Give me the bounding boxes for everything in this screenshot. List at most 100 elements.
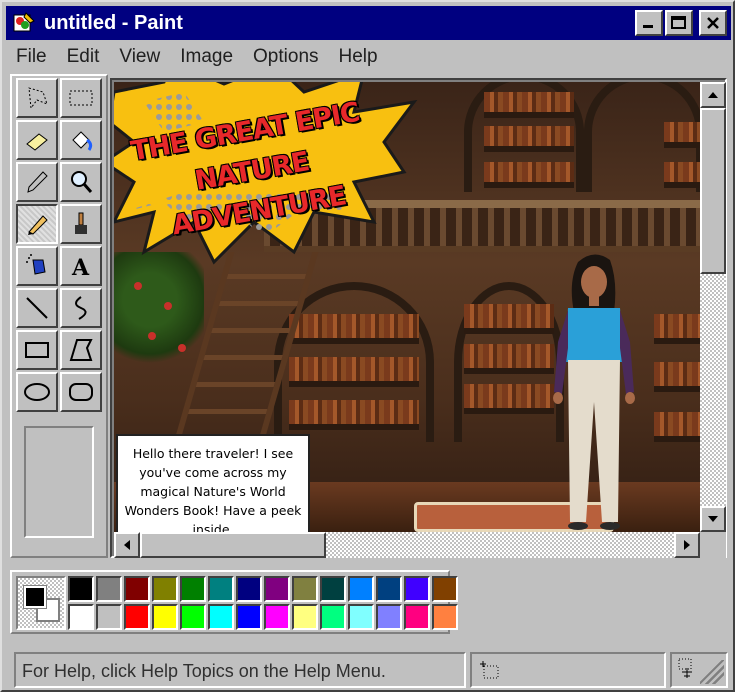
tool-magnifier[interactable] (60, 162, 102, 202)
color-box (10, 570, 458, 634)
current-colors[interactable] (16, 576, 66, 630)
tool-rectangle[interactable] (16, 330, 58, 370)
menu-file[interactable]: File (6, 46, 57, 68)
color-swatch[interactable] (404, 604, 430, 630)
tool-pencil[interactable] (16, 204, 58, 244)
bookshelf (289, 400, 419, 430)
selection-size-icon (678, 658, 692, 678)
bookshelf (654, 412, 700, 442)
menu-options[interactable]: Options (243, 46, 328, 68)
tool-fill[interactable] (60, 120, 102, 160)
color-swatch[interactable] (292, 576, 318, 602)
color-swatch[interactable] (292, 604, 318, 630)
scroll-up-button[interactable] (700, 82, 726, 108)
color-swatch[interactable] (96, 576, 122, 602)
menu-edit[interactable]: Edit (57, 46, 110, 68)
flower (148, 332, 156, 340)
cursor-position-icon (480, 661, 499, 679)
canvas-frame: THE GREAT EPIC NATURE ADVENTURE Hello th… (110, 78, 727, 558)
bookshelf (654, 314, 700, 344)
color-swatch[interactable] (68, 604, 94, 630)
color-swatch[interactable] (376, 604, 402, 630)
color-swatch[interactable] (124, 604, 150, 630)
menu-image[interactable]: Image (170, 46, 243, 68)
color-swatch[interactable] (180, 604, 206, 630)
scroll-left-button[interactable] (114, 532, 140, 558)
tool-text[interactable]: A (60, 246, 102, 286)
minimize-button[interactable] (635, 10, 663, 36)
tool-polygon[interactable] (60, 330, 102, 370)
vertical-scroll-thumb[interactable] (700, 108, 726, 274)
color-swatch[interactable] (236, 576, 262, 602)
tool-line[interactable] (16, 288, 58, 328)
scroll-down-button[interactable] (700, 506, 726, 532)
bookshelf (464, 304, 554, 334)
tool-brush[interactable] (60, 204, 102, 244)
svg-text:A: A (71, 255, 90, 280)
character-illustration (553, 254, 635, 530)
color-swatch[interactable] (208, 576, 234, 602)
horizontal-scrollbar[interactable] (114, 532, 700, 558)
maximize-button[interactable] (665, 10, 693, 36)
speech-box: Hello there traveler! I see you've come … (116, 434, 310, 532)
tool-rounded-rectangle[interactable] (60, 372, 102, 412)
foreground-color (23, 585, 47, 609)
flower (178, 344, 186, 352)
polygon-icon (69, 339, 93, 361)
resize-grip[interactable] (700, 660, 724, 684)
tool-box: A (10, 74, 108, 558)
airbrush-icon (26, 254, 46, 275)
eraser-icon (26, 133, 48, 151)
color-swatch[interactable] (264, 604, 290, 630)
vertical-scrollbar[interactable] (700, 82, 726, 532)
tool-airbrush[interactable] (16, 246, 58, 286)
color-swatch[interactable] (152, 576, 178, 602)
color-swatch[interactable] (432, 576, 458, 602)
menu-help[interactable]: Help (329, 46, 388, 68)
drawing-canvas[interactable]: THE GREAT EPIC NATURE ADVENTURE Hello th… (114, 82, 700, 532)
color-swatch[interactable] (152, 604, 178, 630)
color-picker-icon (27, 171, 48, 193)
bookshelf (464, 344, 554, 374)
color-swatch[interactable] (208, 604, 234, 630)
color-swatch[interactable] (376, 576, 402, 602)
title-bar[interactable]: untitled - Paint (6, 6, 731, 40)
arrow-up-icon (708, 92, 718, 98)
bookshelf (464, 384, 554, 414)
tool-curve[interactable] (60, 288, 102, 328)
tool-rect-select[interactable] (60, 78, 102, 118)
bookshelf (289, 314, 419, 344)
horizontal-scroll-thumb[interactable] (140, 532, 326, 558)
color-swatch[interactable] (96, 604, 122, 630)
bookshelf (289, 357, 419, 387)
close-button[interactable] (699, 10, 727, 36)
color-swatch[interactable] (68, 576, 94, 602)
color-swatch[interactable] (236, 604, 262, 630)
color-swatch[interactable] (180, 576, 206, 602)
tool-ellipse[interactable] (16, 372, 58, 412)
menu-view[interactable]: View (109, 46, 170, 68)
tool-eraser[interactable] (16, 120, 58, 160)
close-icon (707, 17, 719, 29)
magnifier-icon (71, 171, 93, 193)
color-swatch[interactable] (404, 576, 430, 602)
minimize-icon (643, 25, 653, 28)
paint-app-icon[interactable] (12, 11, 36, 35)
color-swatch[interactable] (320, 576, 346, 602)
color-swatch[interactable] (348, 576, 374, 602)
tool-options-box[interactable] (24, 426, 94, 538)
tool-color-picker[interactable] (16, 162, 58, 202)
status-selection-size (670, 652, 728, 688)
fill-bucket-icon (72, 131, 93, 151)
color-swatch[interactable] (348, 604, 374, 630)
color-swatch[interactable] (432, 604, 458, 630)
paint-window: untitled - Paint File Edit View Image Op… (0, 0, 735, 692)
color-swatch[interactable] (264, 576, 290, 602)
bookshelf (484, 92, 574, 118)
color-swatch[interactable] (320, 604, 346, 630)
color-swatch[interactable] (124, 576, 150, 602)
tool-free-form-select[interactable] (16, 78, 58, 118)
pencil-icon (28, 215, 48, 235)
scroll-right-button[interactable] (674, 532, 700, 558)
arrow-down-icon (708, 516, 718, 522)
